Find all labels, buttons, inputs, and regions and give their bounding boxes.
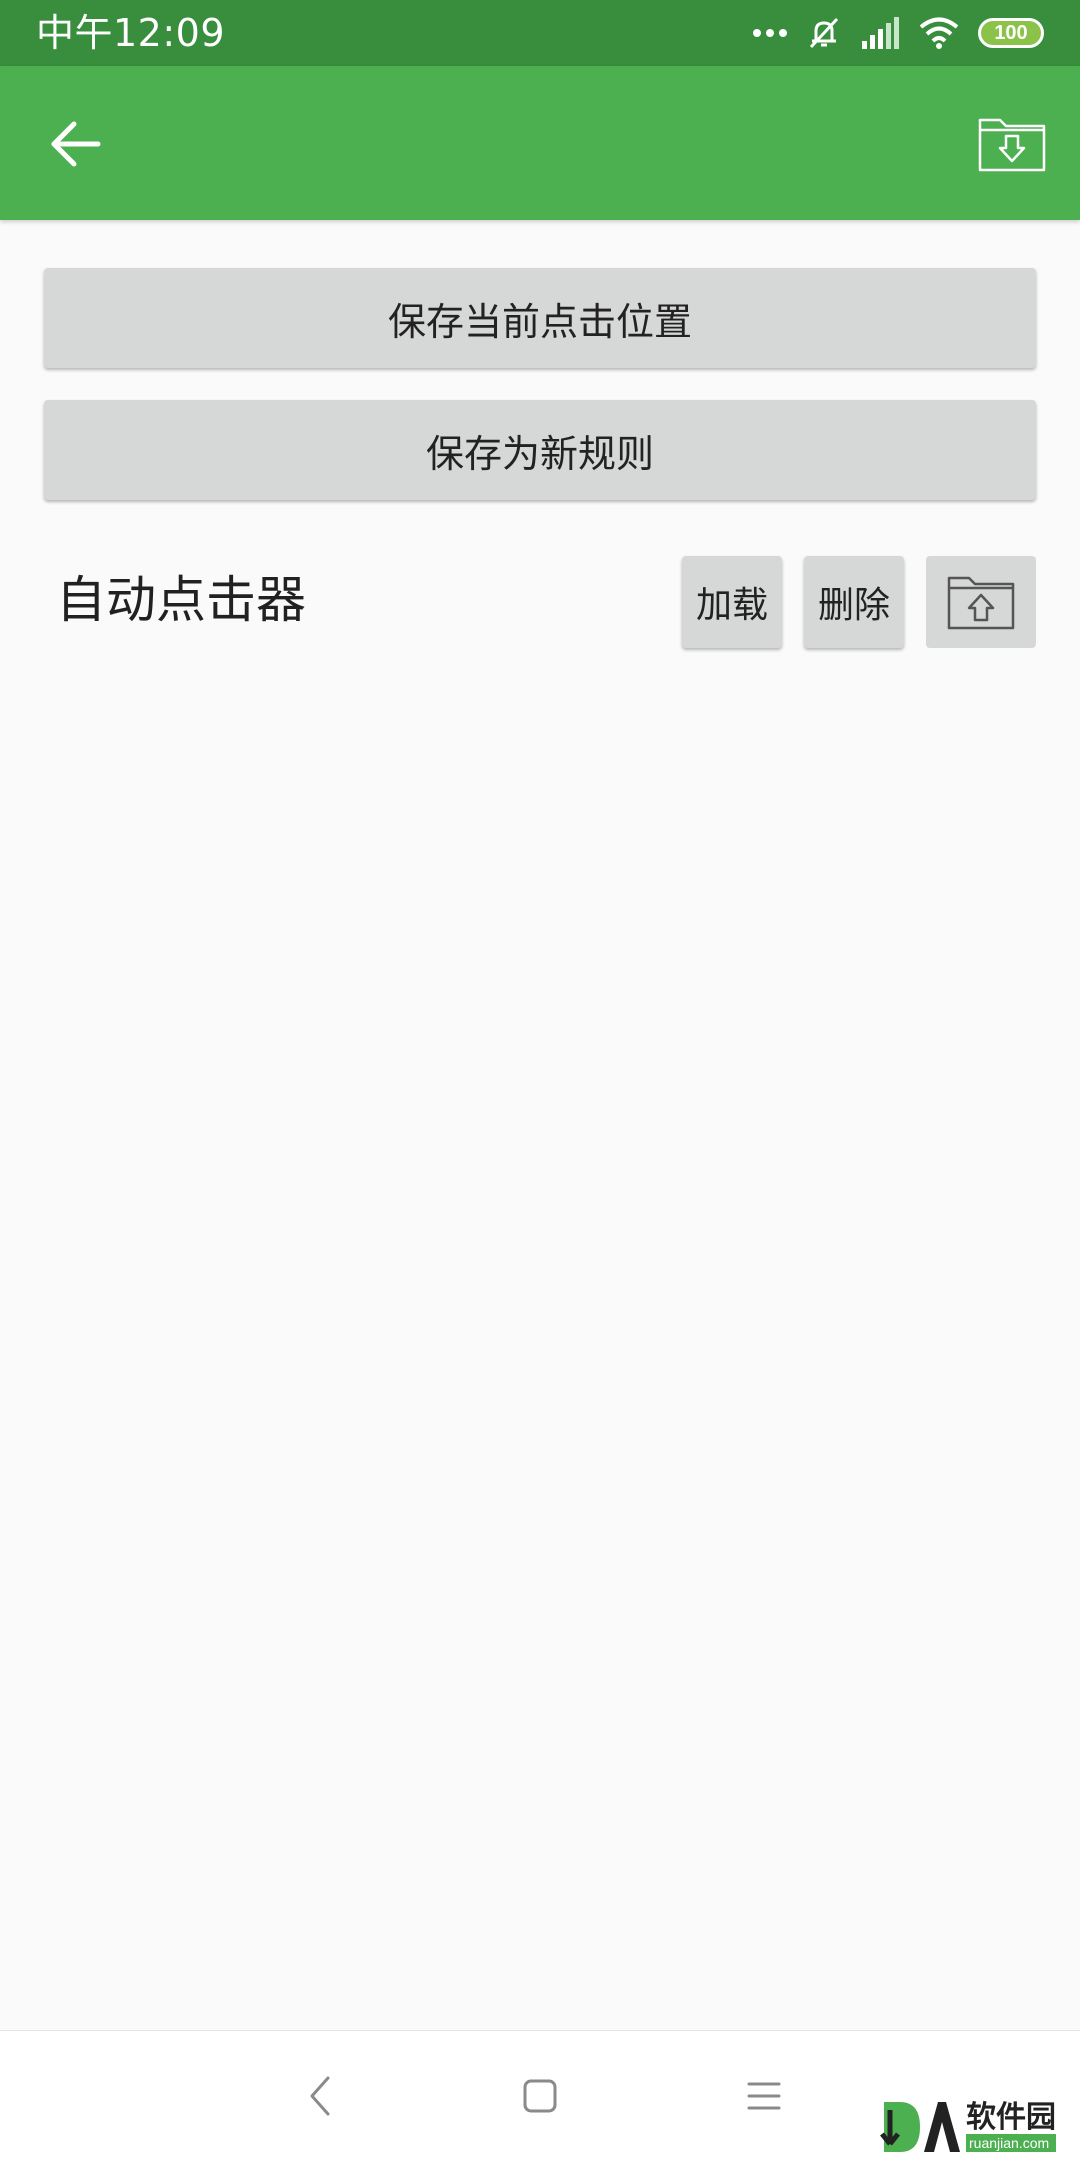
status-icons: 100 (752, 12, 1044, 54)
export-rule-button[interactable] (926, 556, 1036, 648)
nav-home-icon (523, 2079, 557, 2113)
folder-download-icon (978, 118, 1046, 172)
load-rule-button[interactable]: 加载 (682, 556, 782, 648)
battery-icon: 100 (978, 18, 1044, 48)
watermark-text: 软件园 ruanjian.com (966, 2102, 1056, 2152)
arrow-back-icon (51, 121, 101, 167)
app-bar (0, 66, 1080, 220)
nav-menu-icon (747, 2082, 781, 2110)
delete-rule-button[interactable]: 删除 (804, 556, 904, 648)
bell-off-icon (809, 17, 839, 49)
watermark-cn: 软件园 (966, 2100, 1056, 2135)
nav-back-button[interactable] (280, 2061, 360, 2131)
rule-name: 自动点击器 (56, 571, 306, 629)
watermark-en: ruanjian.com (966, 2134, 1056, 2152)
status-bar: 中午12:09 100 (0, 0, 1080, 66)
nav-home-button[interactable] (500, 2061, 580, 2131)
status-time: 中午12:09 (36, 11, 226, 55)
nav-back-icon (310, 2076, 330, 2116)
import-button[interactable] (972, 106, 1052, 182)
more-dots-icon (753, 29, 787, 37)
save-new-rule-button[interactable]: 保存为新规则 (44, 400, 1036, 500)
folder-upload-icon (947, 576, 1015, 630)
watermark-logo-icon (880, 2102, 960, 2152)
rule-row: 自动点击器 加载 删除 (0, 552, 1080, 648)
wifi-icon (919, 17, 959, 49)
back-button[interactable] (40, 108, 112, 180)
signal-icon (862, 17, 899, 49)
watermark: 软件园 ruanjian.com (880, 2098, 1076, 2156)
save-current-position-button[interactable]: 保存当前点击位置 (44, 268, 1036, 368)
nav-menu-button[interactable] (724, 2061, 804, 2131)
